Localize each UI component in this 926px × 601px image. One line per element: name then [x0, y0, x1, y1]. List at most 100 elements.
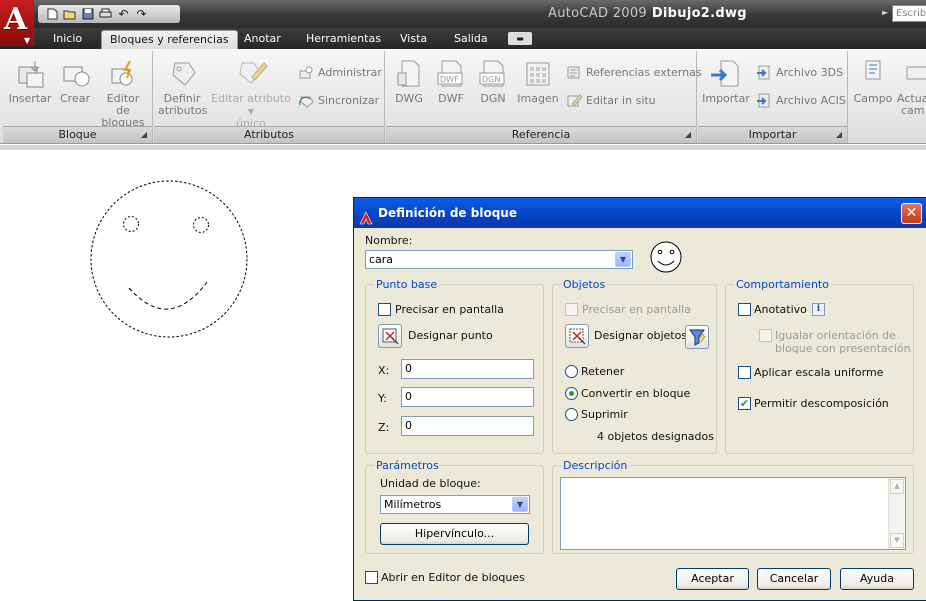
tab-anotar[interactable]: Anotar — [236, 30, 289, 49]
unidad-de-bloque-select[interactable]: Milímetros ▼ — [380, 495, 530, 514]
panel-title-importar[interactable]: Importar ◢ — [698, 126, 847, 143]
anotativo-checkbox[interactable] — [738, 303, 751, 316]
hipervinculo-button[interactable]: Hipervínculo... — [380, 523, 529, 545]
print-icon[interactable] — [98, 8, 113, 21]
definir-atributos-button[interactable]: Definir atributos — [158, 59, 207, 117]
attribute-manager-icon — [298, 65, 314, 80]
tab-vista[interactable]: Vista — [392, 30, 435, 49]
help-search-input[interactable]: Escrib — [892, 5, 926, 22]
precisar-pantalla-checkbox[interactable] — [378, 303, 391, 316]
window-title: AutoCAD 2009 Dibujo2.dwg — [548, 6, 747, 21]
dwg-button[interactable]: DWG — [390, 59, 428, 105]
tab-bloques-y-referencias[interactable]: Bloques y referencias — [101, 30, 238, 49]
suprimir-radio[interactable] — [565, 408, 578, 421]
igualar-label-line2: bloque con presentación — [775, 342, 911, 355]
import-3ds-icon — [756, 65, 772, 80]
checkmark-icon: ✔ — [739, 397, 750, 410]
archivo-acis-button[interactable]: Archivo ACIS — [756, 93, 846, 108]
quick-select-button[interactable] — [685, 325, 709, 349]
objetos-precisar-pantalla-checkbox[interactable] — [565, 303, 578, 316]
chevron-down-icon[interactable]: ▼ — [615, 252, 631, 267]
dropdown-arrow-icon[interactable]: ▼ — [248, 107, 254, 116]
igualar-orientacion-checkbox[interactable] — [759, 329, 772, 342]
dialog-title-bar[interactable]: Definición de bloque ✕ — [354, 198, 926, 228]
retener-radio[interactable] — [565, 365, 578, 378]
dwf-label: DWF — [438, 92, 464, 105]
close-button[interactable]: ✕ — [901, 203, 922, 224]
y-coordinate-field[interactable]: 0 — [401, 387, 534, 407]
panel-expand-icon[interactable]: ◢ — [141, 127, 147, 143]
select-objects-icon — [569, 328, 586, 345]
objetos-title: Objetos — [561, 278, 608, 291]
campo-button[interactable]: Campo — [853, 59, 893, 105]
nombre-value: cara — [369, 253, 394, 266]
x-coordinate-field[interactable]: 0 — [401, 359, 534, 379]
convertir-en-bloque-radio[interactable] — [565, 387, 578, 400]
editor-de-bloques-button[interactable]: Editor de bloques — [99, 59, 147, 129]
smiley-face-drawing[interactable] — [85, 178, 255, 348]
insert-block-icon — [13, 59, 47, 89]
administrar-label: Administrar — [318, 66, 382, 79]
descripcion-textarea[interactable]: ▲ ▼ — [560, 477, 906, 550]
abrir-editor-checkbox[interactable] — [365, 571, 378, 584]
mouth-arc[interactable] — [128, 281, 208, 310]
open-folder-icon[interactable] — [62, 8, 77, 21]
abrir-editor-label: Abrir en Editor de bloques — [381, 571, 525, 584]
importar-button[interactable]: Importar — [702, 59, 750, 105]
define-attribute-icon — [165, 59, 199, 89]
igualar-orientacion-label: Igualar orientación de bloque con presen… — [775, 329, 911, 355]
undo-icon[interactable]: ↶ — [116, 7, 131, 21]
tab-salida[interactable]: Salida — [446, 30, 496, 49]
sincronizar-button[interactable]: Sincronizar — [298, 93, 379, 108]
escala-uniforme-checkbox[interactable] — [738, 366, 751, 379]
insertar-button[interactable]: Insertar — [7, 59, 53, 105]
x-label: X: — [378, 364, 390, 377]
scroll-down-icon[interactable]: ▼ — [890, 533, 904, 548]
permitir-descomposicion-checkbox[interactable]: ✔ — [738, 397, 751, 410]
quick-select-filter-icon — [689, 329, 706, 346]
save-icon[interactable] — [80, 8, 95, 21]
attach-dwf-icon: DWF — [434, 59, 468, 89]
archivo-3ds-button[interactable]: Archivo 3DS — [756, 65, 843, 80]
chevron-down-icon: ▼ — [24, 36, 31, 45]
designar-objetos-button[interactable] — [565, 324, 589, 348]
imagen-button[interactable]: Imagen — [516, 59, 560, 105]
tab-herramientas[interactable]: Herramientas — [298, 30, 389, 49]
panel-expand-icon[interactable]: ◢ — [836, 127, 842, 143]
cancelar-button[interactable]: Cancelar — [757, 568, 831, 590]
referencias-externas-button[interactable]: Referencias externas — [566, 65, 702, 80]
panel-campo: Campo Actua cam — [849, 51, 926, 143]
panel-title-bloque[interactable]: Bloque ◢ — [3, 126, 152, 143]
descripcion-scrollbar[interactable]: ▲ ▼ — [888, 478, 905, 549]
redo-icon[interactable]: ↷ — [134, 7, 149, 21]
new-file-icon[interactable] — [44, 8, 59, 21]
actualizar-campos-button[interactable]: Actua cam — [897, 59, 926, 117]
panel-title-referencia[interactable]: Referencia ◢ — [386, 126, 696, 143]
chevron-down-icon[interactable]: ▼ — [512, 497, 528, 512]
convertir-en-bloque-label: Convertir en bloque — [581, 387, 691, 400]
help-expand-icon[interactable]: ► — [882, 8, 888, 17]
application-menu-button[interactable]: A ▼ — [0, 0, 34, 46]
crear-button[interactable]: Crear — [55, 59, 95, 105]
administrar-button[interactable]: Administrar — [298, 65, 382, 80]
editar-in-situ-button[interactable]: Editar in situ — [566, 93, 656, 108]
panel-expand-icon[interactable]: ◢ — [685, 127, 691, 143]
ribbon-options-icon[interactable]: ▬ — [508, 32, 532, 45]
nombre-combobox[interactable]: cara ▼ — [365, 250, 633, 269]
aceptar-button[interactable]: Aceptar — [676, 568, 749, 590]
z-coordinate-field[interactable]: 0 — [401, 416, 534, 436]
ayuda-button[interactable]: Ayuda — [840, 568, 914, 590]
face-outline[interactable] — [90, 180, 248, 338]
file-name: Dibujo2.dwg — [651, 6, 747, 21]
panel-title-atributos[interactable]: Atributos — [154, 126, 384, 143]
left-eye[interactable] — [123, 216, 139, 232]
tab-inicio[interactable]: Inicio — [45, 30, 90, 49]
designar-punto-button[interactable] — [378, 324, 402, 348]
autocad-small-icon — [359, 206, 373, 225]
right-eye[interactable] — [193, 217, 209, 233]
scroll-up-icon[interactable]: ▲ — [890, 479, 904, 494]
dwf-button[interactable]: DWF DWF — [432, 59, 470, 105]
editar-atributo-unico-button[interactable]: Editar atributo ▼ único — [210, 59, 292, 130]
dgn-button[interactable]: DGN DGN — [474, 59, 512, 105]
info-icon[interactable]: i — [812, 303, 825, 316]
